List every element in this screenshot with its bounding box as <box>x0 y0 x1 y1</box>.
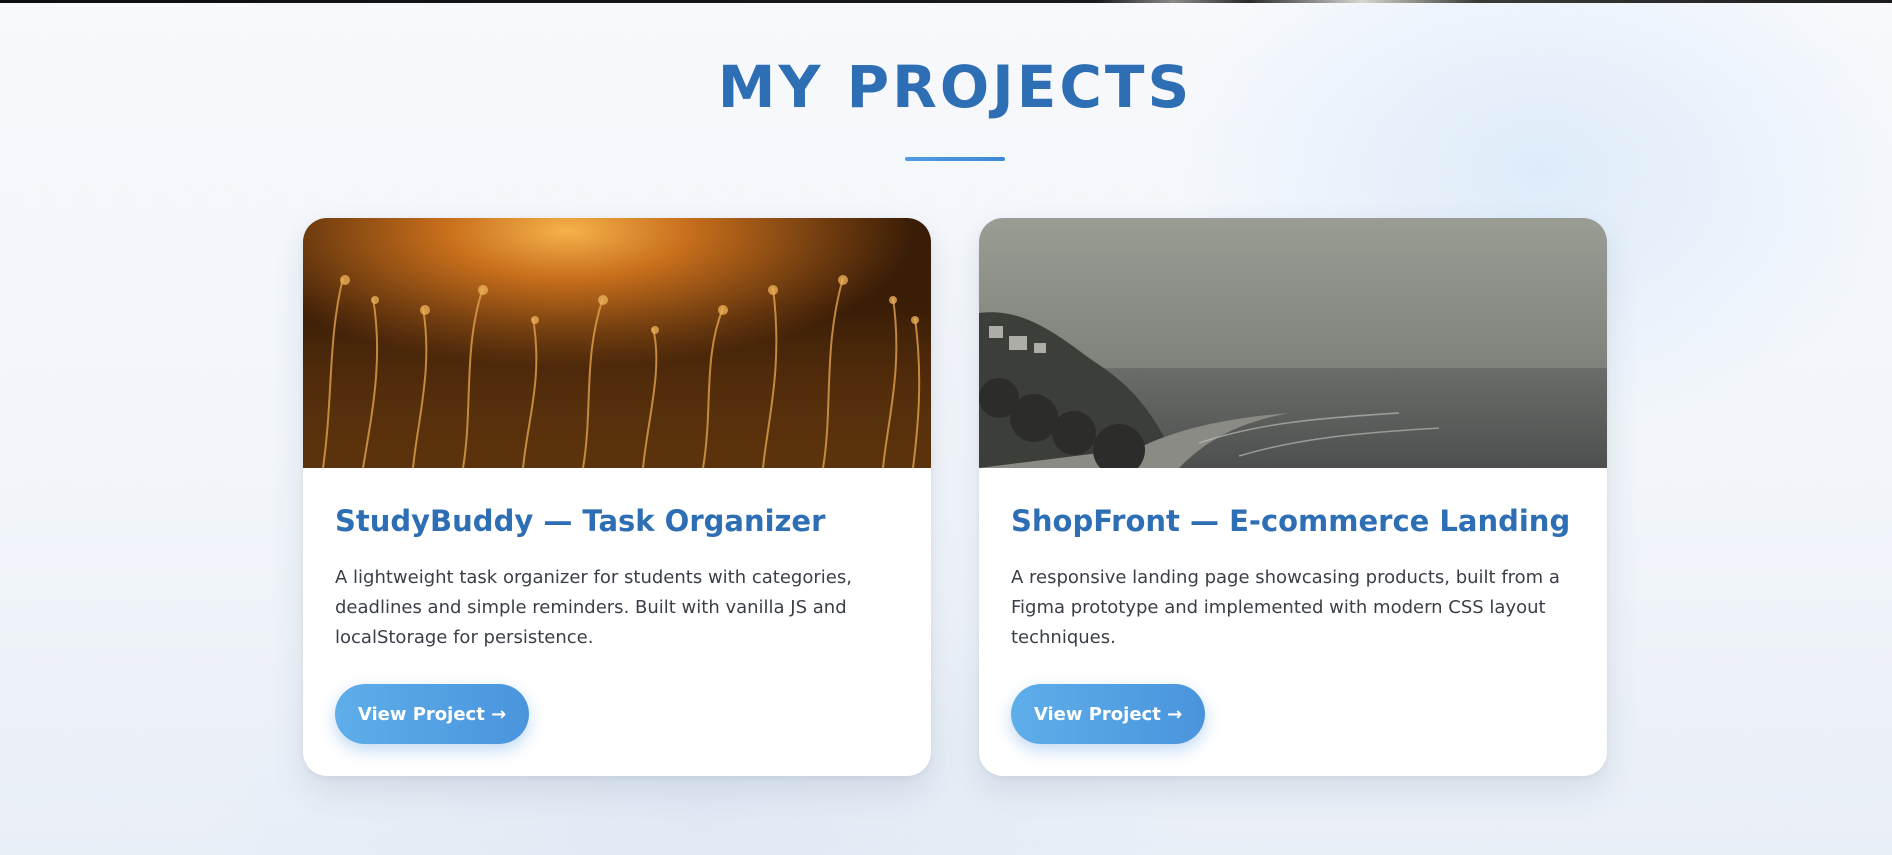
project-title: ShopFront — E-commerce Landing <box>1011 504 1571 538</box>
project-image-coast <box>979 218 1607 468</box>
section-title: MY PROJECTS <box>717 53 1193 121</box>
view-project-button[interactable]: View Project → <box>335 684 529 744</box>
project-title: StudyBuddy — Task Organizer <box>335 504 826 538</box>
project-card: StudyBuddy — Task Organizer A lightweigh… <box>303 218 931 776</box>
project-description: A lightweight task organizer for student… <box>335 567 852 648</box>
title-underline <box>905 157 1005 161</box>
project-description: A responsive landing page showcasing pro… <box>1011 567 1560 648</box>
project-image-grass <box>303 218 931 468</box>
view-project-button[interactable]: View Project → <box>1011 684 1205 744</box>
projects-section: MY PROJECTS StudyBuddy — Task Organizer … <box>0 0 1892 855</box>
project-card: ShopFront — E-commerce Landing A respons… <box>979 218 1607 776</box>
